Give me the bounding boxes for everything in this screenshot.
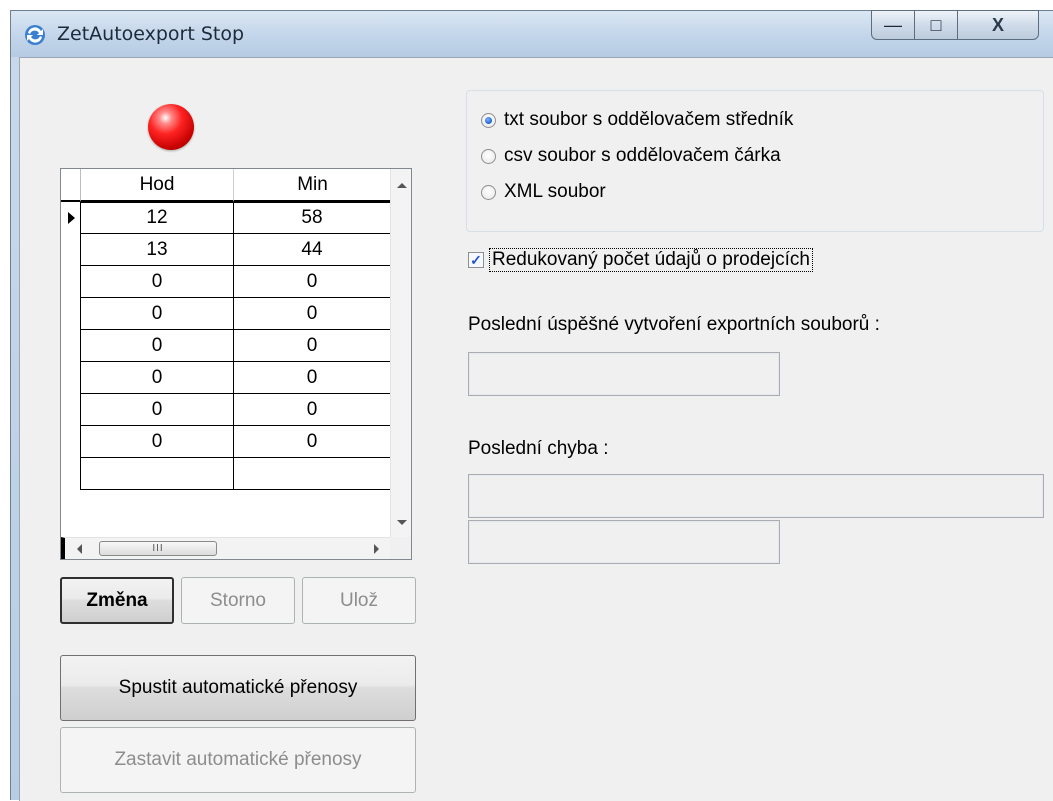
maximize-button[interactable]: □ [914, 10, 958, 40]
table-row[interactable]: 13 44 [61, 234, 391, 266]
cell-min[interactable] [234, 458, 391, 490]
status-light-icon [148, 104, 194, 150]
row-header[interactable] [61, 298, 81, 330]
cell-hod[interactable]: 12 [81, 202, 234, 234]
column-header-hod[interactable]: Hod [81, 169, 234, 202]
horizontal-scroll-thumb[interactable]: III [99, 541, 217, 556]
schedule-grid[interactable]: Hod Min 12 58 13 44 0 0 0 0 0 0 0 0 0 0 0 0 III [60, 168, 412, 560]
app-icon [25, 25, 45, 45]
zmena-button[interactable]: Změna [60, 577, 174, 624]
start-transfers-button[interactable]: Spustit automatické přenosy [60, 655, 416, 721]
format-option-label: XML soubor [504, 181, 606, 202]
format-option-xml[interactable]: XML soubor [481, 181, 606, 203]
vertical-scrollbar[interactable] [390, 169, 411, 539]
table-row[interactable]: 12 58 [61, 202, 391, 234]
cell-hod[interactable]: 0 [81, 298, 234, 330]
format-option-label: txt soubor s oddělovačem středník [504, 109, 794, 130]
minimize-icon: — [884, 14, 902, 35]
table-row[interactable]: 00 [61, 362, 391, 394]
last-success-field [468, 352, 780, 396]
reduced-data-checkbox[interactable]: ✓ [468, 252, 484, 268]
reduced-data-checkbox-row[interactable]: ✓ Redukovaný počet údajů o prodejcích [468, 248, 813, 272]
cell-min[interactable]: 0 [234, 426, 391, 458]
cell-hod[interactable]: 0 [81, 362, 234, 394]
last-error-label: Poslední chyba : [468, 438, 609, 459]
minimize-button[interactable]: — [871, 10, 915, 40]
client-area: Hod Min 12 58 13 44 0 0 0 0 0 0 0 0 0 0 0 0 III Změna S… [19, 57, 1053, 801]
close-button[interactable]: X [957, 10, 1039, 40]
last-success-label: Poslední úspěšné vytvoření exportních so… [468, 314, 880, 335]
close-icon: X [991, 14, 1004, 35]
cell-min[interactable]: 0 [234, 362, 391, 394]
title-bar[interactable]: ZetAutoexport Stop — □ X [11, 10, 1053, 57]
cell-min[interactable]: 44 [234, 234, 391, 266]
maximize-icon: □ [930, 14, 942, 35]
radio-xml[interactable] [481, 184, 496, 200]
cell-hod[interactable]: 0 [81, 426, 234, 458]
cell-hod[interactable]: 0 [81, 330, 234, 362]
row-header[interactable] [61, 362, 81, 394]
row-header[interactable] [61, 394, 81, 426]
radio-csv[interactable] [481, 148, 496, 164]
stop-transfers-button[interactable]: Zastavit automatické přenosy [60, 727, 416, 793]
row-header[interactable] [61, 330, 81, 362]
grid-corner-header [61, 169, 81, 202]
storno-button[interactable]: Storno [181, 577, 295, 624]
row-header[interactable] [61, 266, 81, 298]
scrollbar-corner [390, 537, 411, 559]
cell-min[interactable]: 58 [234, 202, 391, 234]
radio-txt[interactable] [481, 112, 496, 128]
window-title: ZetAutoexport Stop [57, 23, 245, 45]
scroll-up-icon[interactable] [397, 183, 407, 188]
cell-min[interactable]: 0 [234, 394, 391, 426]
export-format-group: txt soubor s oddělovačem středník csv so… [466, 90, 1044, 232]
uloz-button[interactable]: Ulož [302, 577, 416, 624]
row-header[interactable] [61, 234, 81, 266]
cell-min[interactable]: 0 [234, 266, 391, 298]
row-header[interactable] [61, 426, 81, 458]
cell-hod[interactable]: 13 [81, 234, 234, 266]
last-error-field [468, 474, 1044, 518]
table-row[interactable] [61, 458, 391, 490]
format-option-csv[interactable]: csv soubor s oddělovačem čárka [481, 145, 781, 167]
cell-min[interactable]: 0 [234, 330, 391, 362]
cell-hod[interactable]: 0 [81, 394, 234, 426]
cell-hod[interactable] [81, 458, 234, 490]
cell-min[interactable]: 0 [234, 298, 391, 330]
table-row[interactable]: 00 [61, 394, 391, 426]
cell-hod[interactable]: 0 [81, 266, 234, 298]
scroll-right-icon[interactable] [374, 544, 379, 554]
scroll-down-icon[interactable] [397, 520, 407, 525]
table-row[interactable]: 00 [61, 298, 391, 330]
horizontal-scrollbar[interactable]: III [61, 537, 391, 559]
grid-header: Hod Min [61, 169, 391, 202]
table-row[interactable]: 00 [61, 266, 391, 298]
reduced-data-label: Redukovaný počet údajů o prodejcích [489, 248, 813, 272]
format-option-txt[interactable]: txt soubor s oddělovačem středník [481, 109, 793, 131]
row-header[interactable] [61, 202, 81, 234]
last-error-detail-field [468, 520, 780, 564]
table-row[interactable]: 00 [61, 426, 391, 458]
scroll-left-icon[interactable] [77, 544, 82, 554]
row-header[interactable] [61, 458, 81, 490]
table-row[interactable]: 00 [61, 330, 391, 362]
format-option-label: csv soubor s oddělovačem čárka [504, 145, 781, 166]
app-window: ZetAutoexport Stop — □ X Hod Min 12 58 13 4… [10, 10, 1053, 801]
grid-body: 12 58 13 44 0 0 0 0 0 0 0 0 0 0 0 0 [61, 202, 391, 490]
window-controls: — □ X [871, 10, 1039, 40]
column-header-min[interactable]: Min [234, 169, 391, 202]
